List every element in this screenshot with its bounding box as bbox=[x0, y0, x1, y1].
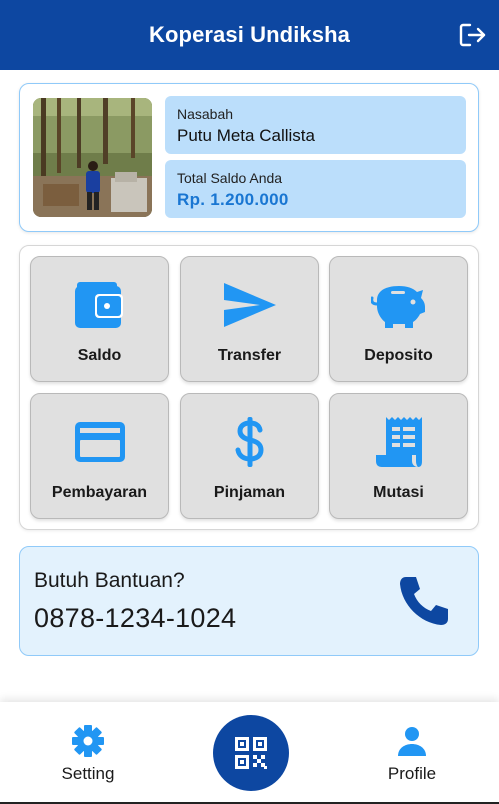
profile-photo bbox=[33, 98, 152, 217]
logout-button[interactable] bbox=[459, 22, 487, 48]
balance-value: Rp. 1.200.000 bbox=[177, 190, 289, 209]
menu-transfer-label: Transfer bbox=[217, 347, 282, 364]
nav-setting[interactable]: Setting bbox=[38, 724, 138, 784]
menu-grid: Saldo Transfer Deposito Pembayaran Pinja… bbox=[19, 245, 479, 530]
gear-icon bbox=[72, 725, 104, 757]
piggy-bank-icon bbox=[370, 277, 427, 333]
menu-pembayaran-label: Pembayaran bbox=[51, 484, 148, 501]
menu-pinjaman-label: Pinjaman bbox=[213, 484, 286, 501]
qr-code-icon bbox=[235, 737, 267, 769]
person-icon bbox=[398, 727, 426, 756]
bottom-navigation: Setting Profile bbox=[0, 702, 499, 804]
balance-box: Total Saldo Anda Rp. 1.200.000 bbox=[165, 160, 466, 218]
logout-icon bbox=[459, 23, 486, 47]
qr-scan-button[interactable] bbox=[213, 715, 289, 791]
help-phone-number: 0878-1234-1024 bbox=[34, 603, 237, 633]
balance-label: Total Saldo Anda bbox=[177, 170, 283, 186]
app-title: Koperasi Undiksha bbox=[149, 22, 350, 47]
menu-deposito-button[interactable]: Deposito bbox=[329, 256, 468, 382]
send-icon bbox=[222, 277, 278, 333]
credit-card-icon bbox=[72, 414, 128, 470]
phone-icon[interactable] bbox=[396, 573, 452, 629]
menu-mutasi-label: Mutasi bbox=[373, 484, 424, 501]
menu-pinjaman-button[interactable]: Pinjaman bbox=[180, 393, 319, 519]
menu-transfer-button[interactable]: Transfer bbox=[180, 256, 319, 382]
menu-pembayaran-button[interactable]: Pembayaran bbox=[30, 393, 169, 519]
nav-profile-label: Profile bbox=[387, 764, 437, 783]
help-card: Butuh Bantuan? 0878-1234-1024 bbox=[19, 546, 479, 656]
receipt-icon bbox=[371, 414, 427, 470]
menu-saldo-button[interactable]: Saldo bbox=[30, 256, 169, 382]
profile-card: Nasabah Putu Meta Callista Total Saldo A… bbox=[19, 83, 479, 232]
menu-mutasi-button[interactable]: Mutasi bbox=[329, 393, 468, 519]
customer-label: Nasabah bbox=[177, 106, 234, 122]
customer-name-box: Nasabah Putu Meta Callista bbox=[165, 96, 466, 154]
nav-profile[interactable]: Profile bbox=[362, 724, 462, 784]
help-title: Butuh Bantuan? bbox=[34, 569, 185, 592]
nav-setting-label: Setting bbox=[61, 764, 115, 783]
wallet-icon bbox=[72, 277, 128, 333]
customer-name: Putu Meta Callista bbox=[177, 126, 315, 145]
dollar-icon bbox=[222, 414, 278, 470]
app-bar: Koperasi Undiksha bbox=[0, 0, 499, 70]
menu-saldo-label: Saldo bbox=[77, 347, 122, 364]
menu-deposito-label: Deposito bbox=[364, 347, 433, 364]
